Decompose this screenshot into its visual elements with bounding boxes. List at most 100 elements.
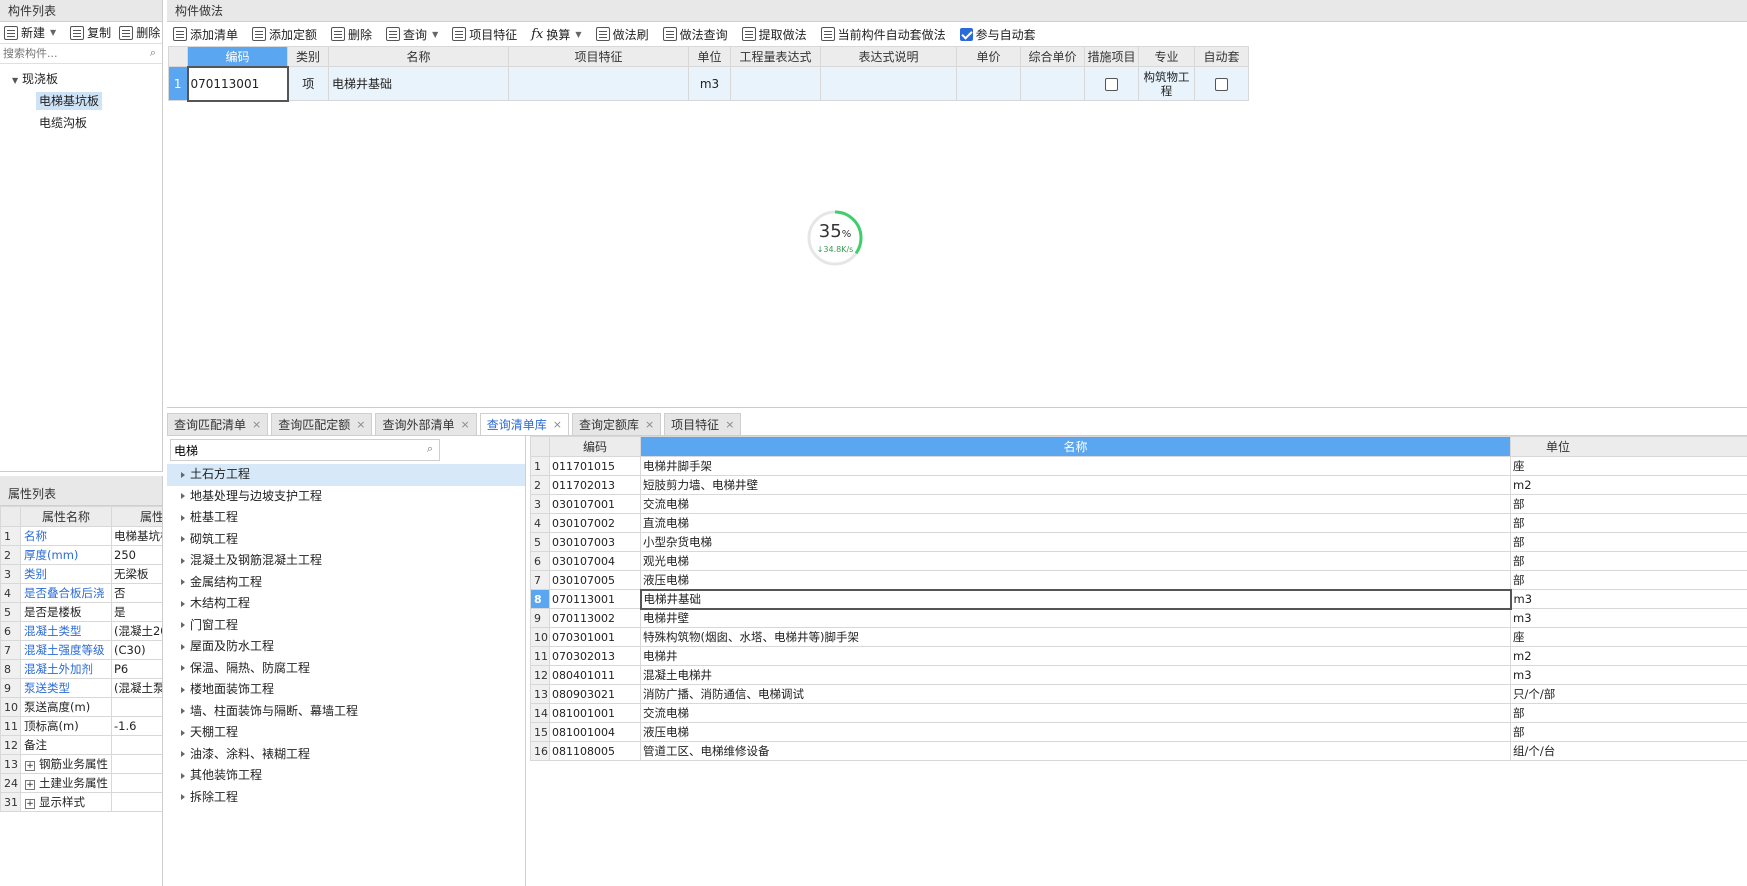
code-cell[interactable]: 030107004 — [549, 551, 641, 571]
name-cell[interactable]: 液压电梯 — [640, 570, 1511, 590]
expand-arrow-icon[interactable] — [181, 729, 185, 736]
property-row[interactable]: 5 是否是楼板是 — [0, 602, 162, 622]
query-button[interactable]: 查询 ▼ — [386, 26, 438, 43]
expr-desc-cell[interactable] — [820, 66, 957, 101]
table-row[interactable]: 1 070113001 项 电梯井基础 m3 构筑物工程 — [168, 65, 1249, 102]
tree-item-selected[interactable]: 电梯基坑板 — [0, 90, 162, 112]
library-tree-item[interactable]: 桩基工程 — [167, 507, 525, 529]
expand-plus-icon[interactable]: + — [25, 780, 35, 790]
name-cell[interactable]: 直流电梯 — [640, 513, 1511, 533]
expand-arrow-icon[interactable] — [181, 772, 185, 779]
auto-checkbox[interactable] — [1215, 77, 1228, 91]
expand-arrow-icon[interactable] — [181, 622, 185, 628]
code-cell[interactable]: 070302013 — [549, 646, 641, 666]
property-value-cell[interactable]: (混凝土20 — [111, 621, 162, 641]
property-row[interactable]: 24 + 土建业务属性 — [0, 773, 162, 793]
unit-cell[interactable]: m3 — [688, 66, 731, 101]
code-cell[interactable]: 011702013 — [549, 475, 641, 495]
property-row[interactable]: 31 + 显示样式 — [0, 792, 162, 812]
method-brush-button[interactable]: 做法刷 — [595, 26, 649, 43]
property-value-cell[interactable]: 250 — [111, 545, 162, 565]
unit-cell[interactable]: m3 — [1510, 589, 1747, 609]
add-quota-button[interactable]: 添加定额 — [252, 26, 317, 43]
property-value-cell[interactable]: 电梯基坑板 — [111, 526, 162, 546]
expand-arrow-icon[interactable] — [181, 600, 185, 607]
library-tree-item[interactable]: 天棚工程 — [167, 722, 525, 744]
name-cell[interactable]: 电梯井脚手架 — [640, 456, 1511, 476]
unit-cell[interactable]: 座 — [1510, 627, 1747, 647]
name-cell[interactable]: 消防广播、消防通信、电梯调试 — [640, 684, 1511, 704]
convert-button[interactable]: fx 换算 ▼ — [531, 26, 581, 43]
price-cell[interactable] — [956, 66, 1021, 101]
code-cell[interactable]: 030107001 — [549, 494, 641, 514]
name-cell[interactable]: 管道工区、电梯维修设备 — [640, 741, 1511, 761]
item-feature-button[interactable]: 项目特征 — [452, 26, 517, 43]
chevron-down-icon[interactable]: ▼ — [432, 30, 438, 39]
feature-cell[interactable] — [508, 66, 689, 101]
tree-item[interactable]: 电缆沟板 — [0, 112, 162, 134]
property-row[interactable]: 10 泵送高度(m) — [0, 697, 162, 717]
chevron-down-icon[interactable]: ▼ — [50, 28, 56, 37]
property-value-cell[interactable]: 无梁板 — [111, 564, 162, 584]
tab-0[interactable]: 查询匹配清单 × — [167, 413, 269, 435]
unit-cell[interactable]: 只/个/部 — [1510, 684, 1747, 704]
table-row[interactable]: 16 081108005 管道工区、电梯维修设备 组/个/台 — [530, 741, 1747, 761]
table-row[interactable]: 11 070302013 电梯井 m2 — [530, 646, 1747, 666]
measure-checkbox[interactable] — [1105, 77, 1118, 91]
copy-button[interactable]: 复制 — [70, 24, 111, 41]
property-row[interactable]: 6 混凝土类型 (混凝土20 — [0, 621, 162, 641]
auto-cell[interactable] — [1194, 66, 1249, 101]
unit-cell[interactable]: 部 — [1510, 551, 1747, 571]
code-cell[interactable]: 080903021 — [549, 684, 641, 704]
property-value-cell[interactable]: (C30) — [111, 640, 162, 660]
chevron-down-icon[interactable]: ▼ — [575, 30, 581, 39]
property-value-cell[interactable]: (混凝土泵) — [111, 678, 162, 698]
table-row[interactable]: 5 030107003 小型杂货电梯部 — [530, 532, 1747, 552]
property-value-cell[interactable] — [111, 773, 162, 793]
add-list-button[interactable]: 添加清单 — [173, 26, 238, 43]
unit-cell[interactable]: m2 — [1510, 646, 1747, 666]
expr-cell[interactable] — [730, 66, 821, 101]
table-row[interactable]: 12 080401011 混凝土电梯井 m3 — [530, 665, 1747, 685]
unit-cell[interactable]: 部 — [1510, 494, 1747, 514]
expand-arrow-icon[interactable] — [181, 751, 185, 757]
total-price-cell[interactable] — [1020, 66, 1085, 101]
property-value-cell[interactable]: P6 — [111, 659, 162, 679]
delete-button[interactable]: 删除 — [119, 24, 160, 41]
code-cell[interactable]: 070113001 — [186, 65, 289, 102]
expand-arrow-icon[interactable] — [181, 514, 185, 521]
search-icon[interactable]: ⌕ — [427, 442, 433, 456]
name-cell[interactable]: 交流电梯 — [640, 494, 1511, 514]
property-row[interactable]: 4 是否叠合板后浇否 — [0, 583, 162, 603]
library-tree-item[interactable]: 砌筑工程 — [167, 529, 525, 551]
table-row[interactable]: 14 081001001 交流电梯部 — [530, 703, 1747, 723]
library-tree-item[interactable]: 金属结构工程 — [167, 572, 525, 594]
close-icon[interactable]: × — [356, 418, 365, 431]
code-cell[interactable]: 081001001 — [549, 703, 641, 723]
tree-node-root[interactable]: ▼ 现浇板 — [0, 68, 162, 90]
measure-cell[interactable] — [1084, 66, 1139, 101]
expand-arrow-icon[interactable] — [181, 579, 185, 585]
code-cell[interactable]: 011701015 — [549, 456, 641, 476]
library-tree-item[interactable]: 其他装饰工程 — [167, 765, 525, 787]
property-row[interactable]: 8 混凝土外加剂 P6 — [0, 659, 162, 679]
expand-arrow-icon[interactable] — [181, 536, 185, 542]
method-query-button[interactable]: 做法查询 — [662, 26, 728, 43]
code-cell[interactable]: 080401011 — [549, 665, 641, 685]
library-tree-item[interactable]: 土石方工程 — [167, 464, 525, 486]
property-row[interactable]: 1名称电梯基坑板 — [0, 526, 162, 546]
library-tree-item[interactable]: 拆除工程 — [167, 787, 525, 809]
checkbox-icon[interactable] — [959, 27, 973, 41]
property-row[interactable]: 3 类别 无梁板 — [0, 564, 162, 584]
search-input[interactable] — [0, 44, 162, 63]
code-cell[interactable]: 030107002 — [549, 513, 641, 533]
close-icon[interactable]: × — [645, 418, 654, 431]
unit-cell[interactable]: 部 — [1510, 703, 1747, 723]
property-row[interactable]: 2 厚度(mm) 250 — [0, 545, 162, 565]
auto-join-checkbox[interactable]: 参与自动套 — [959, 26, 1036, 43]
name-cell[interactable]: 电梯井壁 — [640, 608, 1511, 628]
code-cell[interactable]: 030107005 — [549, 570, 641, 590]
library-tree-item[interactable]: 墙、柱面装饰与隔断、幕墙工程 — [167, 701, 525, 723]
expand-arrow-icon[interactable] — [181, 708, 185, 714]
property-row[interactable]: 11 顶标高(m) -1.6 — [0, 716, 162, 736]
